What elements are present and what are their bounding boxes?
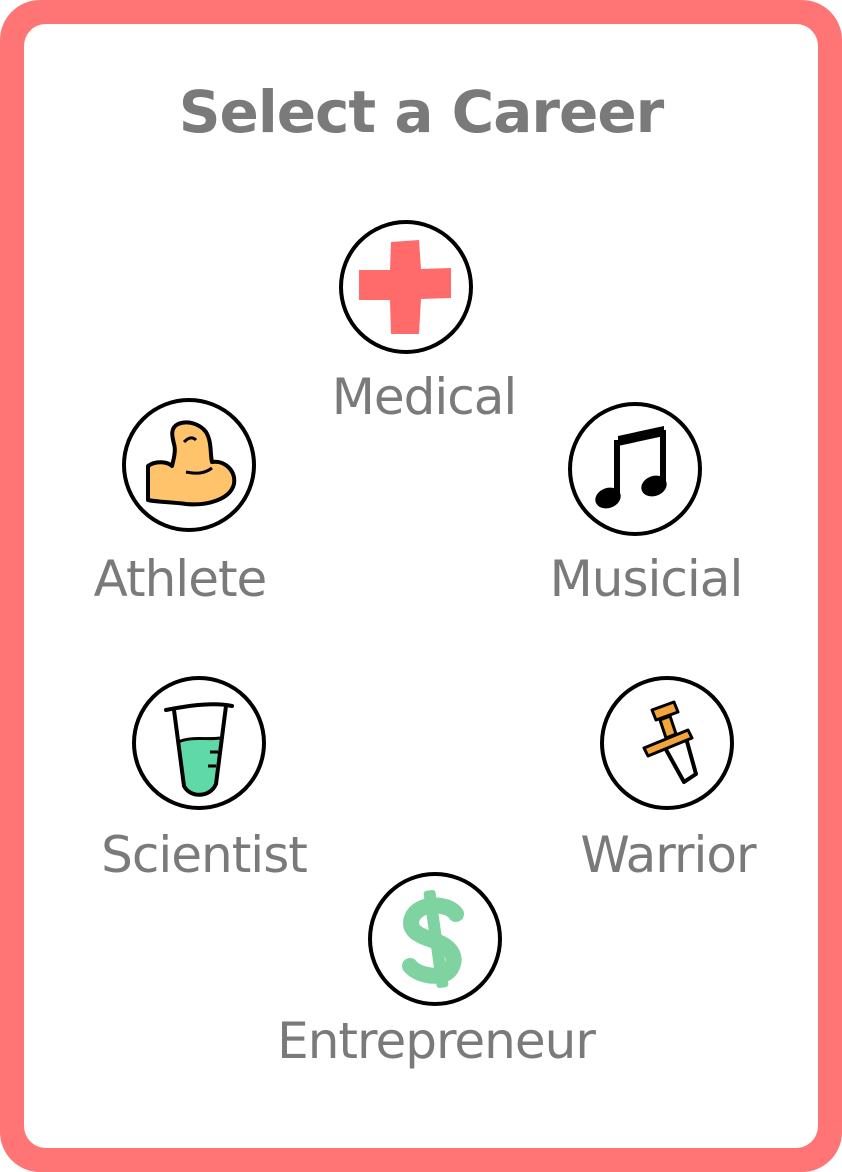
career-label-athlete: Athlete [93, 550, 268, 608]
career-icon-circle[interactable] [132, 676, 266, 810]
career-icon-circle[interactable] [368, 872, 502, 1006]
career-label-medical: Medical [331, 368, 518, 426]
red-cross-icon [359, 240, 451, 334]
career-icon-circle[interactable] [568, 402, 702, 536]
test-tube-icon [164, 702, 234, 797]
sword-icon [642, 700, 698, 784]
dollar-sign-icon [402, 890, 464, 988]
career-icon-circle[interactable] [339, 220, 473, 354]
career-icon-circle[interactable] [122, 398, 256, 532]
career-label-warrior: Warrior [580, 826, 756, 884]
music-note-icon [595, 426, 667, 509]
flexed-bicep-icon [146, 420, 237, 507]
career-label-musician: Musicial [549, 550, 744, 608]
career-label-scientist: Scientist [101, 826, 308, 884]
career-label-entrepreneur: Entrepreneur [277, 1012, 596, 1070]
page-title: Select a Career [178, 78, 665, 146]
career-icon-circle[interactable] [600, 676, 734, 810]
